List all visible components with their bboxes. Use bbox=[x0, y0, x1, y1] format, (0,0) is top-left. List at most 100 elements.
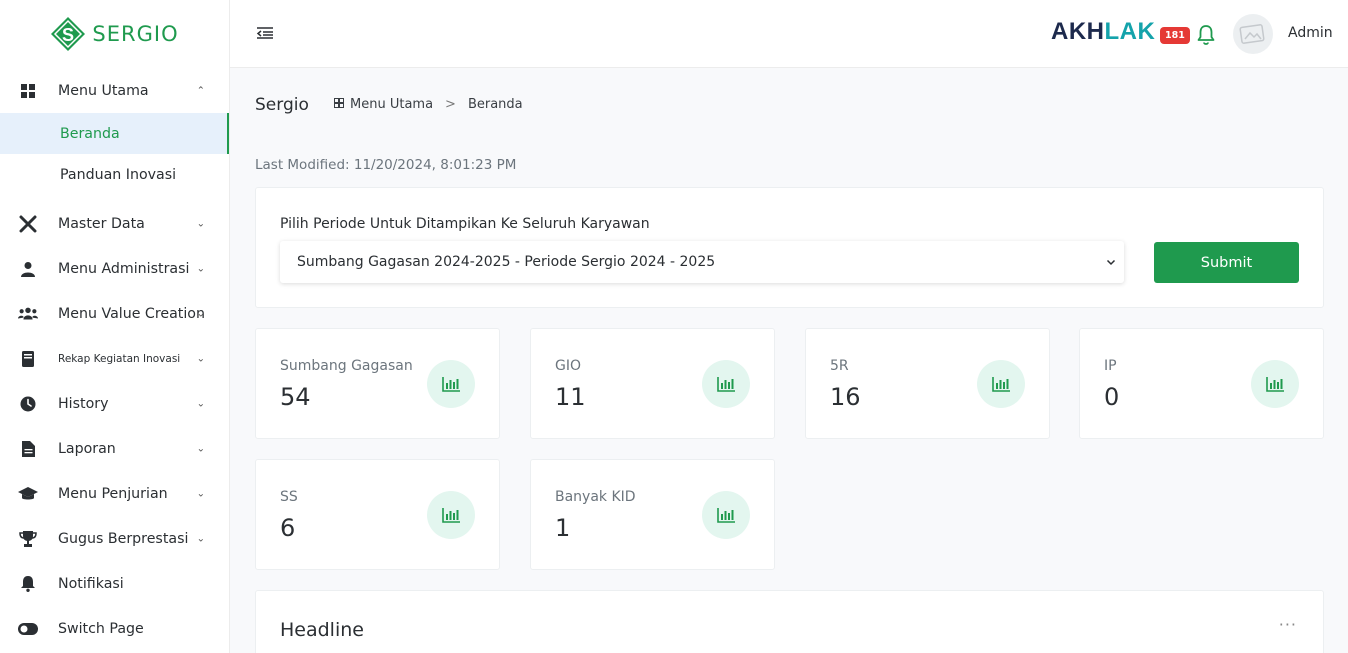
bar-chart-icon bbox=[427, 491, 475, 539]
breadcrumb-parent[interactable]: Menu Utama bbox=[350, 97, 433, 112]
bell-icon bbox=[18, 574, 38, 594]
sidebar: S SERGIO Menu Utama ⌃ Beranda Panduan In… bbox=[0, 0, 230, 653]
sidebar-item-rekap-kegiatan-inovasi[interactable]: Rekap Kegiatan Inovasi ⌄ bbox=[0, 336, 229, 381]
sidebar-item-label: Notifikasi bbox=[58, 575, 124, 592]
book-icon bbox=[18, 349, 38, 369]
last-modified: Last Modified: 11/20/2024, 8:01:23 PM bbox=[255, 157, 517, 173]
stat-value: 1 bbox=[555, 514, 571, 542]
stat-label: GIO bbox=[555, 358, 581, 374]
bar-chart-icon bbox=[977, 360, 1025, 408]
stat-card-ip: IP 0 bbox=[1079, 328, 1324, 439]
stat-card-sumbang-gagasan: Sumbang Gagasan 54 bbox=[255, 328, 500, 439]
page-title: Sergio bbox=[255, 95, 309, 115]
period-label: Pilih Periode Untuk Ditampikan Ke Seluru… bbox=[280, 216, 650, 232]
headline-title: Headline bbox=[280, 619, 364, 641]
stat-label: 5R bbox=[830, 358, 849, 374]
breadcrumb-separator: > bbox=[445, 97, 456, 112]
sidebar-item-notifikasi[interactable]: Notifikasi bbox=[0, 561, 229, 606]
graduation-cap-icon bbox=[18, 484, 38, 504]
chevron-up-icon: ⌃ bbox=[196, 85, 205, 96]
sergio-logo-icon: S bbox=[50, 16, 86, 52]
sidebar-item-menu-utama[interactable]: Menu Utama ⌃ bbox=[0, 68, 229, 113]
sidebar-item-label: Master Data bbox=[58, 215, 145, 232]
bar-chart-icon bbox=[1251, 360, 1299, 408]
svg-text:S: S bbox=[62, 25, 74, 45]
clock-icon bbox=[18, 394, 38, 414]
sidebar-item-label: Switch Page bbox=[58, 620, 144, 637]
brand-name: SERGIO bbox=[92, 22, 179, 46]
sidebar-item-label: Menu Penjurian bbox=[58, 485, 168, 502]
sidebar-subitem-panduan-inovasi[interactable]: Panduan Inovasi bbox=[0, 154, 229, 195]
stat-card-5r: 5R 16 bbox=[805, 328, 1050, 439]
stat-card-ss: SS 6 bbox=[255, 459, 500, 570]
sidebar-item-label: Menu Value Creation bbox=[58, 305, 205, 322]
sidebar-item-master-data[interactable]: Master Data ⌄ bbox=[0, 201, 229, 246]
chevron-down-icon: ⌄ bbox=[196, 218, 205, 229]
chevron-down-icon: ⌄ bbox=[196, 443, 205, 454]
stat-label: SS bbox=[280, 489, 298, 505]
chevron-down-icon: ⌄ bbox=[196, 398, 205, 409]
chevron-down-icon bbox=[1106, 255, 1116, 266]
file-icon bbox=[18, 439, 38, 459]
sidebar-item-gugus-berprestasi[interactable]: Gugus Berprestasi ⌄ bbox=[0, 516, 229, 561]
bell-icon[interactable] bbox=[1196, 24, 1216, 46]
image-placeholder-icon bbox=[1239, 24, 1265, 44]
sidebar-item-label: Menu Administrasi bbox=[58, 260, 190, 277]
period-select[interactable]: Sumbang Gagasan 2024-2025 - Periode Serg… bbox=[280, 241, 1124, 283]
main-content: Sergio Menu Utama > Beranda Last Modifie… bbox=[230, 68, 1348, 653]
toggle-icon bbox=[18, 619, 38, 639]
bar-chart-icon bbox=[427, 360, 475, 408]
bar-chart-icon bbox=[702, 360, 750, 408]
menu-toggle-icon[interactable] bbox=[256, 24, 274, 42]
stat-label: Banyak KID bbox=[555, 489, 636, 505]
sidebar-item-label: Gugus Berprestasi bbox=[58, 530, 189, 547]
chevron-down-icon: ⌄ bbox=[196, 353, 205, 364]
submit-button[interactable]: Submit bbox=[1154, 242, 1299, 283]
sidebar-item-menu-penjurian[interactable]: Menu Penjurian ⌄ bbox=[0, 471, 229, 516]
sidebar-subitem-beranda[interactable]: Beranda bbox=[0, 113, 229, 154]
brand-logo[interactable]: S SERGIO bbox=[0, 0, 229, 68]
chevron-down-icon: ⌄ bbox=[196, 533, 205, 544]
sidebar-nav: Menu Utama ⌃ bbox=[0, 68, 229, 113]
sidebar-item-label: History bbox=[58, 395, 109, 412]
chevron-down-icon: ⌄ bbox=[196, 308, 205, 319]
breadcrumb: Menu Utama > Beranda bbox=[334, 97, 523, 112]
users-icon bbox=[18, 304, 38, 324]
stat-value: 0 bbox=[1104, 383, 1120, 411]
breadcrumb-current: Beranda bbox=[467, 97, 523, 112]
trophy-icon bbox=[18, 529, 38, 549]
sidebar-item-label: Menu Utama bbox=[58, 82, 149, 99]
grid-small-icon bbox=[334, 97, 344, 112]
stat-card-banyak-kid: Banyak KID 1 bbox=[530, 459, 775, 570]
sidebar-item-switch-page[interactable]: Switch Page bbox=[0, 606, 229, 651]
sidebar-item-menu-value-creation[interactable]: Menu Value Creation ⌄ bbox=[0, 291, 229, 336]
akhlak-logo: AKHLAK bbox=[1051, 18, 1156, 45]
sidebar-item-label: Laporan bbox=[58, 440, 116, 457]
sidebar-item-history[interactable]: History ⌄ bbox=[0, 381, 229, 426]
user-name[interactable]: Admin bbox=[1288, 25, 1333, 41]
stat-value: 6 bbox=[280, 514, 296, 542]
stat-label: IP bbox=[1104, 358, 1117, 374]
stat-label: Sumbang Gagasan bbox=[280, 358, 413, 374]
sidebar-item-label: Rekap Kegiatan Inovasi bbox=[58, 352, 181, 365]
sidebar-nav-more: Master Data ⌄ Menu Administrasi ⌄ Menu V… bbox=[0, 201, 229, 651]
sidebar-item-menu-administrasi[interactable]: Menu Administrasi ⌄ bbox=[0, 246, 229, 291]
stat-value: 11 bbox=[555, 383, 586, 411]
stat-value: 16 bbox=[830, 383, 861, 411]
sidebar-submenu: Beranda Panduan Inovasi bbox=[0, 113, 229, 195]
user-icon bbox=[18, 259, 38, 279]
sidebar-item-laporan[interactable]: Laporan ⌄ bbox=[0, 426, 229, 471]
more-options-icon[interactable]: ··· bbox=[1279, 615, 1297, 634]
grid-icon bbox=[18, 81, 38, 101]
stat-card-gio: GIO 11 bbox=[530, 328, 775, 439]
period-card: Pilih Periode Untuk Ditampikan Ke Seluru… bbox=[255, 187, 1324, 308]
stat-value: 54 bbox=[280, 383, 311, 411]
avatar[interactable] bbox=[1233, 14, 1273, 54]
top-header: AKHLAK 181 Admin bbox=[230, 0, 1348, 68]
notification-badge[interactable]: 181 bbox=[1160, 27, 1190, 44]
chevron-down-icon: ⌄ bbox=[196, 263, 205, 274]
tools-icon bbox=[18, 214, 38, 234]
period-select-value: Sumbang Gagasan 2024-2025 - Periode Serg… bbox=[297, 254, 716, 270]
headline-card: Headline ··· bbox=[255, 590, 1324, 653]
chevron-down-icon: ⌄ bbox=[196, 488, 205, 499]
